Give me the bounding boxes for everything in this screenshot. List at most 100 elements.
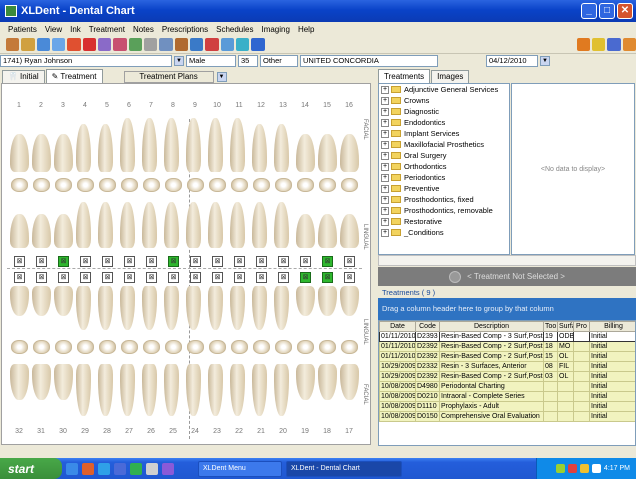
chart-icon[interactable]	[36, 38, 50, 51]
upper-status-box[interactable]: ⊠	[36, 256, 47, 267]
lower-tooth-lingual[interactable]	[318, 286, 337, 316]
settings-icon[interactable]	[591, 38, 606, 51]
table-row[interactable]: 01/11/2010 D2392 Resin-Based Comp - 2 Surf…	[379, 351, 635, 362]
column-header[interactable]: Too	[543, 321, 558, 332]
print-icon[interactable]	[143, 38, 158, 51]
ie-icon[interactable]	[114, 462, 126, 475]
upper-tooth-lingual[interactable]	[340, 214, 359, 248]
tree-item[interactable]: + Endodontics	[379, 117, 509, 128]
xray-icon[interactable]	[189, 38, 204, 51]
lower-status-box[interactable]: ⊠	[300, 272, 311, 283]
upper-tooth-facial[interactable]	[318, 134, 337, 172]
expand-icon[interactable]: +	[381, 195, 389, 204]
lower-tooth-occlusal[interactable]	[165, 340, 182, 354]
app-quicklaunch-icon[interactable]	[162, 462, 174, 475]
lower-tooth-lingual[interactable]	[230, 286, 245, 330]
lower-tooth-lingual[interactable]	[10, 286, 29, 316]
task-xldent-menu[interactable]: XLDent Menu	[198, 460, 282, 477]
upper-status-box[interactable]: ⊠	[256, 256, 267, 267]
menu-schedules[interactable]: Schedules	[212, 25, 257, 34]
upper-tooth-lingual[interactable]	[208, 202, 223, 248]
upper-tooth-facial[interactable]	[208, 118, 223, 172]
upper-tooth-occlusal[interactable]	[121, 178, 138, 192]
expand-icon[interactable]: +	[381, 140, 389, 149]
upper-tooth-lingual[interactable]	[32, 214, 51, 248]
lower-tooth-lingual[interactable]	[76, 286, 91, 330]
lower-tooth-facial[interactable]	[32, 364, 51, 400]
lower-tooth-occlusal[interactable]	[209, 340, 226, 354]
menu-help[interactable]: Help	[294, 25, 318, 34]
lower-tooth-occlusal[interactable]	[55, 340, 72, 354]
export-icon[interactable]	[251, 38, 265, 51]
table-row[interactable]: 01/11/2010 D2393 Resin-Based Comp - 3 Surf…	[379, 331, 635, 342]
upper-tooth-facial[interactable]	[76, 124, 91, 172]
lower-tooth-lingual[interactable]	[54, 286, 73, 316]
table-row[interactable]: 10/29/2009 D2392 Resin-Based Comp - 2 Surf…	[379, 371, 635, 382]
lower-tooth-occlusal[interactable]	[99, 340, 116, 354]
lower-tooth-facial[interactable]	[230, 364, 245, 416]
upper-tooth-occlusal[interactable]	[33, 178, 50, 192]
menu-treatment[interactable]: Treatment	[85, 25, 129, 34]
image-icon[interactable]	[159, 38, 173, 51]
lower-tooth-facial[interactable]	[340, 364, 359, 400]
menu-ink[interactable]: Ink	[66, 25, 85, 34]
tree-item[interactable]: + _Conditions	[379, 227, 509, 238]
lower-status-box[interactable]: ⊠	[278, 272, 289, 283]
upper-tooth-lingual[interactable]	[120, 202, 135, 248]
upper-tooth-occlusal[interactable]	[99, 178, 116, 192]
upper-status-box[interactable]: ⊠	[102, 256, 113, 267]
expand-icon[interactable]: +	[381, 85, 389, 94]
tree-item[interactable]: + Crowns	[379, 95, 509, 106]
lower-status-box[interactable]: ⊠	[58, 272, 69, 283]
lower-tooth-lingual[interactable]	[296, 286, 315, 316]
upper-status-box[interactable]: ⊠	[124, 256, 135, 267]
column-header[interactable]: Billing	[589, 321, 635, 332]
tab-images[interactable]: Images	[431, 70, 470, 83]
lower-tooth-facial[interactable]	[120, 364, 135, 416]
menu-view[interactable]: View	[41, 25, 66, 34]
upper-tooth-facial[interactable]	[252, 124, 267, 172]
upper-tooth-occlusal[interactable]	[275, 178, 292, 192]
upper-tooth-occlusal[interactable]	[11, 178, 28, 192]
upper-tooth-occlusal[interactable]	[143, 178, 160, 192]
upper-tooth-facial[interactable]	[142, 118, 157, 172]
tree-item[interactable]: + Restorative	[379, 216, 509, 227]
lower-tooth-occlusal[interactable]	[275, 340, 292, 354]
table-row[interactable]: 10/08/2009 D0210 Intraoral - Complete Seri…	[379, 391, 635, 402]
upper-tooth-facial[interactable]	[186, 118, 201, 172]
lower-tooth-occlusal[interactable]	[297, 340, 314, 354]
tray-network-icon[interactable]	[555, 464, 565, 473]
expand-icon[interactable]: +	[381, 228, 389, 237]
upper-tooth-occlusal[interactable]	[187, 178, 204, 192]
ledger-icon[interactable]	[51, 38, 66, 51]
perio-icon[interactable]	[174, 38, 188, 51]
menu-list-icon[interactable]	[607, 38, 621, 51]
tab-initial[interactable]: 🦷 Initial	[2, 70, 45, 83]
lower-status-box[interactable]: ⊠	[234, 272, 245, 283]
upper-tooth-occlusal[interactable]	[253, 178, 270, 192]
table-row[interactable]: 10/08/2009 D0150 Comprehensive Oral Evalua…	[379, 411, 635, 422]
lower-tooth-occlusal[interactable]	[187, 340, 204, 354]
tray-update-icon[interactable]	[591, 464, 601, 473]
upper-tooth-facial[interactable]	[10, 134, 29, 172]
upper-tooth-lingual[interactable]	[54, 214, 73, 248]
expand-icon[interactable]: +	[381, 217, 389, 226]
chart-date-field[interactable]: 04/12/2010	[486, 55, 538, 67]
lower-status-box[interactable]: ⊠	[146, 272, 157, 283]
tree-item[interactable]: + Implant Services	[379, 128, 509, 139]
upper-tooth-occlusal[interactable]	[297, 178, 314, 192]
lower-tooth-lingual[interactable]	[274, 286, 289, 330]
lower-status-box[interactable]: ⊠	[168, 272, 179, 283]
upper-tooth-facial[interactable]	[98, 124, 113, 172]
patient-icon[interactable]	[6, 38, 20, 51]
upper-tooth-lingual[interactable]	[230, 202, 245, 248]
tree-item[interactable]: + Preventive	[379, 183, 509, 194]
alert-icon[interactable]	[82, 38, 96, 51]
upper-status-box[interactable]: ⊠	[80, 256, 91, 267]
lower-tooth-occlusal[interactable]	[77, 340, 94, 354]
tray-volume-icon[interactable]	[579, 464, 589, 473]
menu-imaging[interactable]: Imaging	[257, 25, 293, 34]
schedule-icon[interactable]	[21, 38, 35, 51]
table-row[interactable]: 01/11/2010 D2392 Resin-Based Comp - 2 Surf…	[379, 341, 635, 352]
upper-tooth-occlusal[interactable]	[319, 178, 336, 192]
